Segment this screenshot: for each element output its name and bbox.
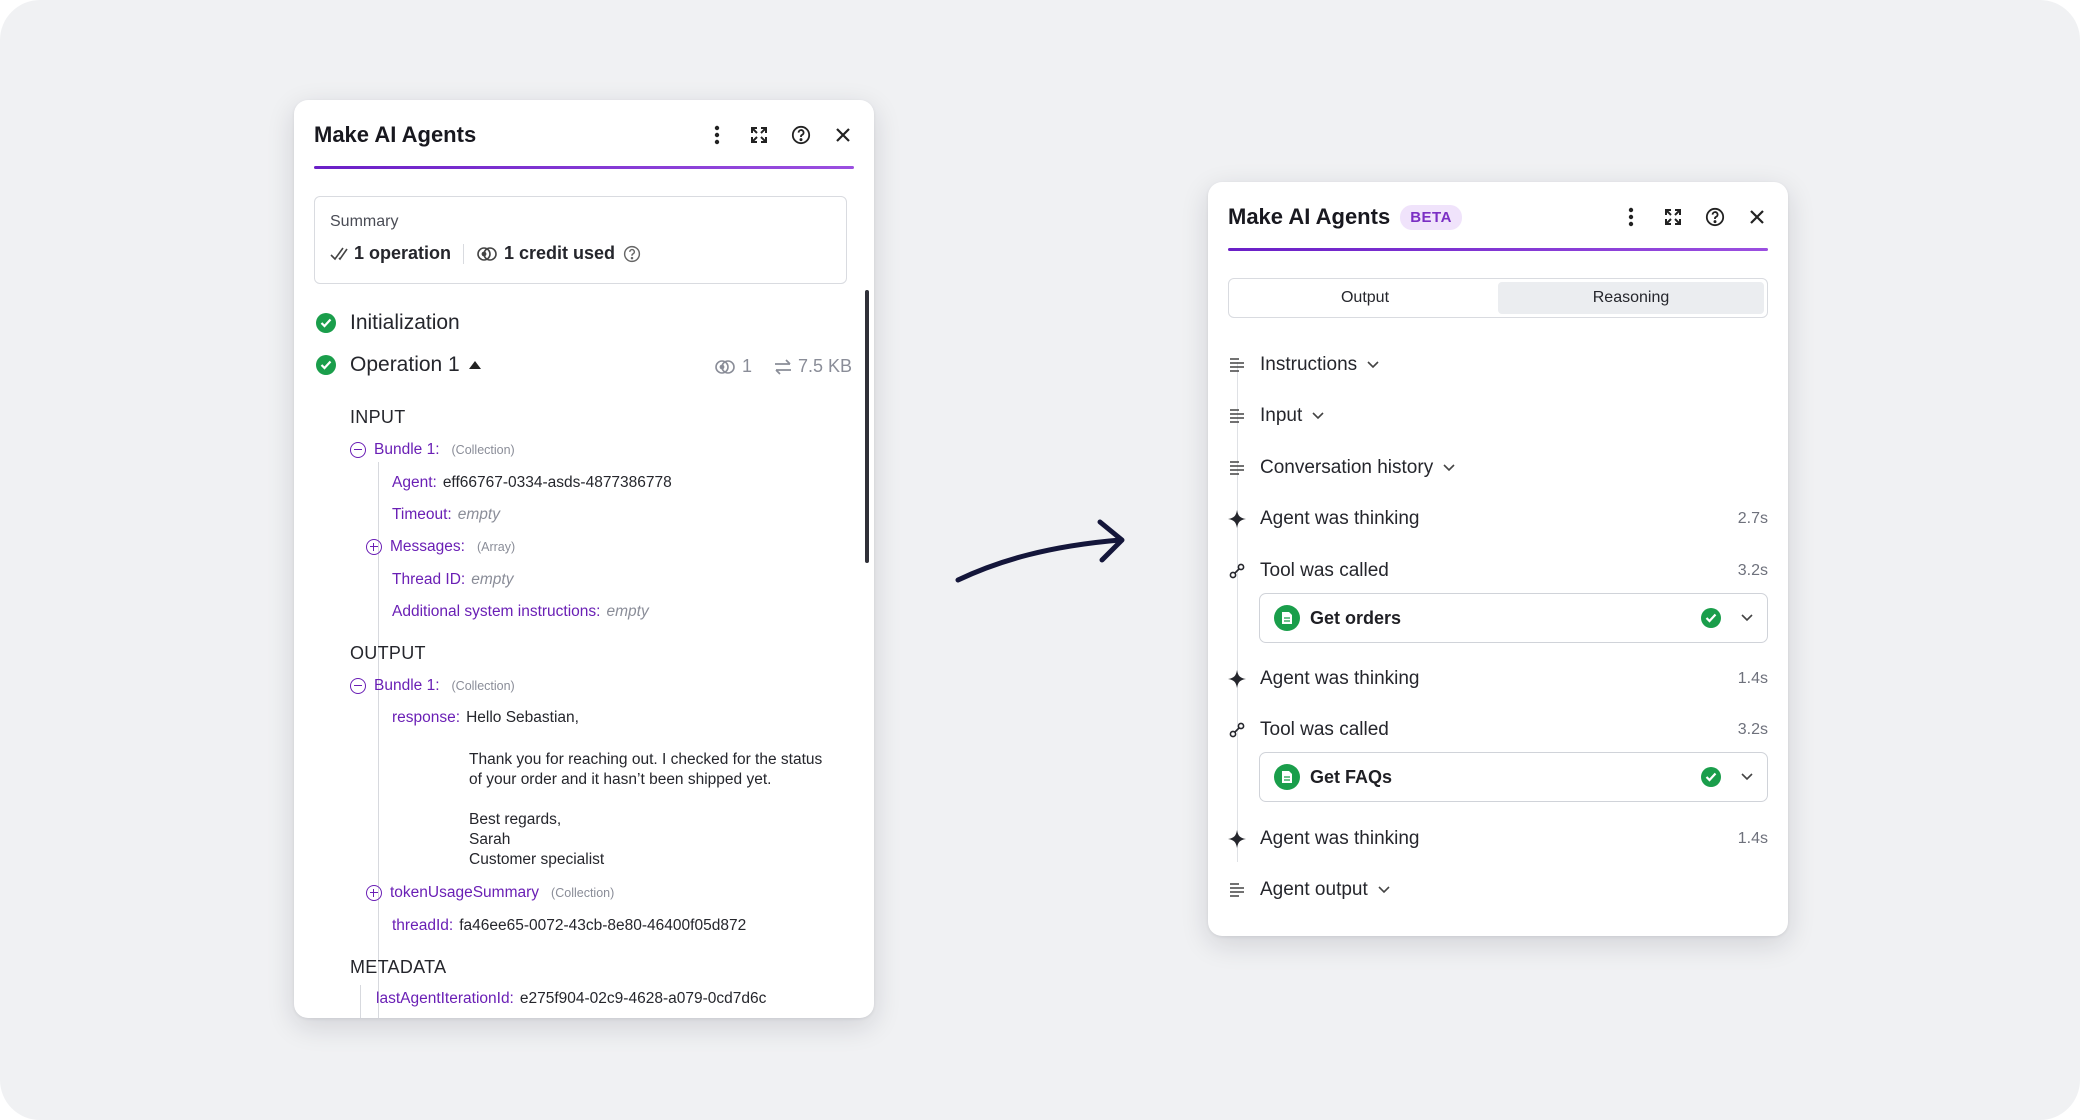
expand-circle-icon[interactable] bbox=[366, 539, 382, 555]
step-label: Operation 1 bbox=[350, 353, 460, 376]
panel-title: Make AI Agents bbox=[1228, 204, 1391, 229]
collapse-circle-icon[interactable] bbox=[350, 442, 366, 458]
text-lines-icon bbox=[1228, 883, 1246, 897]
close-icon[interactable] bbox=[1746, 206, 1768, 228]
right-panel-header: Make AI Agents BETA bbox=[1228, 182, 1768, 252]
summary-box: Summary 1 operation 1 credit used bbox=[314, 196, 847, 284]
row-tool-called: Tool was called 3.2s bbox=[1228, 556, 1768, 586]
help-icon[interactable] bbox=[1704, 206, 1726, 228]
credit-icon bbox=[476, 246, 498, 262]
row-instructions[interactable]: Instructions bbox=[1228, 350, 1768, 380]
help-icon[interactable] bbox=[623, 245, 641, 263]
left-panel: Make AI Agents Summary 1 operation 1 cre… bbox=[294, 100, 874, 1018]
chevron-down-icon[interactable] bbox=[1443, 464, 1455, 472]
output-bundle-toggle[interactable]: Bundle 1: (Collection) bbox=[350, 677, 515, 695]
more-vertical-icon[interactable] bbox=[706, 124, 728, 146]
expand-icon[interactable] bbox=[1662, 206, 1684, 228]
canvas-background: Make AI Agents Summary 1 operation 1 cre… bbox=[0, 0, 2080, 1120]
success-icon bbox=[1701, 608, 1721, 628]
help-icon[interactable] bbox=[790, 124, 812, 146]
tab-reasoning[interactable]: Reasoning bbox=[1498, 282, 1764, 314]
operation-meta: 1 7.5 KB bbox=[714, 356, 852, 377]
input-timeout: Timeout: empty bbox=[392, 506, 500, 523]
left-panel-header: Make AI Agents bbox=[314, 100, 854, 170]
input-thread-id: Thread ID: empty bbox=[392, 571, 514, 588]
close-icon[interactable] bbox=[832, 124, 854, 146]
input-bundle-toggle[interactable]: Bundle 1: (Collection) bbox=[350, 441, 515, 459]
header-actions bbox=[1620, 206, 1768, 228]
summary-divider bbox=[463, 243, 465, 264]
expand-circle-icon[interactable] bbox=[366, 885, 382, 901]
chevron-down-icon[interactable] bbox=[1741, 614, 1753, 622]
text-lines-icon bbox=[1228, 358, 1246, 372]
text-lines-icon bbox=[1228, 461, 1246, 475]
success-icon bbox=[316, 313, 336, 333]
sparkle-icon bbox=[1228, 670, 1246, 688]
more-vertical-icon[interactable] bbox=[1620, 206, 1642, 228]
summary-row: 1 operation 1 credit used bbox=[330, 243, 647, 264]
success-icon bbox=[316, 355, 336, 375]
step-initialization[interactable]: Initialization bbox=[316, 311, 460, 335]
chevron-down-icon[interactable] bbox=[1741, 773, 1753, 781]
operation-size: 7.5 KB bbox=[774, 356, 852, 377]
input-messages-toggle[interactable]: Messages: (Array) bbox=[366, 538, 515, 556]
right-panel: Make AI Agents BETA Output Reasoning Ins… bbox=[1208, 182, 1788, 936]
summary-title: Summary bbox=[330, 213, 399, 230]
row-input[interactable]: Input bbox=[1228, 401, 1768, 431]
credit-icon bbox=[715, 359, 735, 374]
sparkle-icon bbox=[1228, 830, 1246, 848]
credits-used: 1 credit used bbox=[504, 243, 616, 263]
document-icon bbox=[1274, 764, 1300, 790]
sparkle-icon bbox=[1228, 510, 1246, 528]
text-lines-icon bbox=[1228, 409, 1246, 423]
metadata-section-title: METADATA bbox=[350, 957, 447, 977]
tool-card-get-faqs[interactable]: Get FAQs bbox=[1259, 752, 1768, 802]
arrow-right-icon bbox=[955, 519, 1125, 583]
input-additional-instructions: Additional system instructions: empty bbox=[392, 603, 649, 620]
input-agent: Agent: eff66767-0334-asds-4877386778 bbox=[392, 474, 672, 491]
output-response: response: Hello Sebastian, bbox=[392, 709, 579, 726]
tool-nodes-icon bbox=[1228, 563, 1246, 579]
tool-nodes-icon bbox=[1228, 722, 1246, 738]
chevron-down-icon[interactable] bbox=[1312, 412, 1324, 420]
tab-output[interactable]: Output bbox=[1232, 282, 1498, 314]
row-agent-output[interactable]: Agent output bbox=[1228, 875, 1768, 905]
tree-line bbox=[360, 985, 361, 1018]
success-icon bbox=[1701, 767, 1721, 787]
chevron-down-icon[interactable] bbox=[1378, 886, 1390, 894]
response-body: Thank you for reaching out. I checked fo… bbox=[469, 751, 823, 868]
metadata-iteration-id: lastAgentIterationId: e275f904-02c9-4628… bbox=[376, 990, 767, 1007]
row-agent-thinking: Agent was thinking 1.4s bbox=[1228, 664, 1768, 694]
row-agent-thinking: Agent was thinking 1.4s bbox=[1228, 824, 1768, 854]
panel-title: Make AI Agents bbox=[314, 122, 477, 147]
transfer-icon bbox=[774, 358, 791, 375]
tool-card-get-orders[interactable]: Get orders bbox=[1259, 593, 1768, 643]
output-thread-id: threadId: fa46ee65-0072-43cb-8e80-46400f… bbox=[392, 917, 747, 934]
header-underline bbox=[1228, 248, 1768, 251]
output-token-usage-toggle[interactable]: tokenUsageSummary (Collection) bbox=[366, 884, 614, 902]
row-conversation-history[interactable]: Conversation history bbox=[1228, 453, 1768, 483]
scrollbar[interactable] bbox=[865, 290, 869, 563]
caret-up-icon[interactable] bbox=[468, 360, 482, 370]
beta-badge: BETA bbox=[1400, 204, 1462, 230]
header-underline bbox=[314, 166, 854, 169]
header-actions bbox=[706, 124, 854, 146]
step-operation[interactable]: Operation 1 bbox=[316, 353, 482, 377]
timeline-line bbox=[1237, 362, 1238, 862]
tab-switcher: Output Reasoning bbox=[1228, 278, 1768, 318]
output-section-title: OUTPUT bbox=[350, 643, 426, 663]
operation-credits: 1 bbox=[714, 356, 752, 377]
row-agent-thinking: Agent was thinking 2.7s bbox=[1228, 504, 1768, 534]
row-tool-called: Tool was called 3.2s bbox=[1228, 715, 1768, 745]
chevron-down-icon[interactable] bbox=[1367, 361, 1379, 369]
step-label: Initialization bbox=[350, 311, 460, 334]
check-double-icon bbox=[330, 246, 348, 262]
input-section-title: INPUT bbox=[350, 407, 406, 427]
expand-icon[interactable] bbox=[748, 124, 770, 146]
operations-count: 1 operation bbox=[354, 243, 452, 263]
collapse-circle-icon[interactable] bbox=[350, 678, 366, 694]
document-icon bbox=[1274, 605, 1300, 631]
